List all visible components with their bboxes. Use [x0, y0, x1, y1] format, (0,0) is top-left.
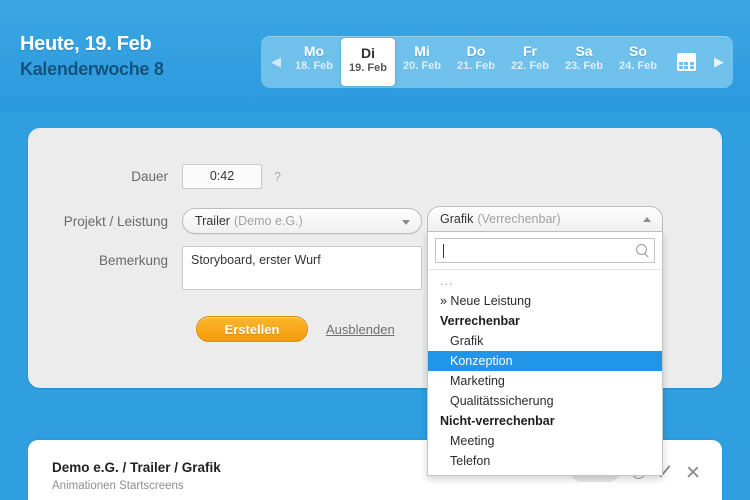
search-input[interactable]: [435, 238, 655, 263]
list-item[interactable]: Grafik: [428, 331, 662, 351]
day-tab-fr[interactable]: Fr 22. Feb: [503, 36, 557, 88]
day-tab-dow: Do: [466, 43, 486, 59]
duration-help-icon[interactable]: ?: [274, 170, 281, 184]
new-service-item[interactable]: » Neue Leistung: [428, 291, 662, 311]
project-label: Projekt / Leistung: [63, 213, 168, 229]
comment-row: Bemerkung Storyboard, erster Wurf: [54, 246, 422, 290]
day-tab-date: 22. Feb: [511, 59, 549, 72]
duration-row: Dauer 0:42 ?: [54, 164, 281, 189]
list-item[interactable]: Telefon: [428, 451, 662, 471]
duration-label: Dauer: [131, 169, 168, 184]
project-select[interactable]: Trailer (Demo e.G.): [182, 208, 422, 234]
form-actions: Erstellen Ausblenden: [196, 316, 395, 342]
project-select-client: (Demo e.G.): [233, 214, 303, 228]
service-select-value: Grafik: [440, 212, 474, 226]
service-select-toggle[interactable]: Grafik (Verrechenbar): [427, 206, 663, 232]
date-navigation: ◀ Mo 18. Feb Di 19. Feb Mi 20. Feb Do 21…: [261, 36, 733, 88]
day-tab-do[interactable]: Do 21. Feb: [449, 36, 503, 88]
dropdown-search-wrap: [428, 232, 662, 268]
day-tab-dow: So: [629, 43, 647, 59]
day-tab-dow: Sa: [575, 43, 593, 59]
project-select-value: Trailer: [195, 214, 230, 228]
day-tab-date: 21. Feb: [457, 59, 495, 72]
comment-input[interactable]: Storyboard, erster Wurf: [182, 246, 422, 290]
chevron-down-icon: [402, 220, 410, 225]
list-item[interactable]: Marketing: [428, 371, 662, 391]
close-icon[interactable]: [686, 465, 700, 479]
list-item[interactable]: Qualitätssicherung: [428, 391, 662, 411]
day-tab-date: 24. Feb: [619, 59, 657, 72]
list-group-header: Nicht-verrechenbar: [440, 414, 555, 428]
entry-description: Animationen Startscreens: [52, 480, 184, 492]
service-dropdown: Grafik (Verrechenbar) ... » Neue Leistun…: [427, 206, 663, 476]
day-tab-dow: Fr: [523, 43, 537, 59]
service-dropdown-panel: ... » Neue Leistung Verrechenbar Grafik …: [427, 232, 663, 476]
day-tab-mi[interactable]: Mi 20. Feb: [395, 36, 449, 88]
search-icon: [636, 244, 647, 255]
day-tab-dow: Mi: [414, 43, 430, 59]
list-item[interactable]: Meeting: [428, 431, 662, 451]
page-title: Heute, 19. Feb: [20, 33, 152, 55]
chevron-left-icon[interactable]: ◀: [261, 36, 287, 88]
calendar-picker-button[interactable]: [665, 36, 707, 88]
day-tab-sa[interactable]: Sa 23. Feb: [557, 36, 611, 88]
list-item-selected[interactable]: Konzeption: [428, 351, 662, 371]
day-tab-date: 18. Feb: [295, 59, 333, 72]
day-tab-date: 20. Feb: [403, 59, 441, 72]
entry-title: Demo e.G. / Trailer / Grafik: [52, 460, 221, 475]
day-tab-dow: Mo: [303, 43, 325, 59]
chevron-right-icon[interactable]: ▶: [707, 36, 733, 88]
calendar-week-label: Kalenderwoche 8: [20, 59, 164, 79]
chevron-up-icon: [643, 217, 651, 222]
day-tab-so[interactable]: So 24. Feb: [611, 36, 665, 88]
service-select-category: (Verrechenbar): [477, 212, 561, 226]
list-group-header: Verrechenbar: [440, 314, 520, 328]
calendar-icon: [676, 53, 696, 71]
comment-label: Bemerkung: [98, 253, 168, 268]
day-tab-mo[interactable]: Mo 18. Feb: [287, 36, 341, 88]
day-tab-di[interactable]: Di 19. Feb: [341, 38, 395, 86]
app-header: Heute, 19. Feb Kalenderwoche 8 ◀ Mo 18. …: [0, 0, 750, 112]
hide-link[interactable]: Ausblenden: [326, 322, 395, 337]
divider: [428, 269, 662, 270]
day-tab-dow: Di: [361, 45, 375, 61]
duration-input[interactable]: 0:42: [182, 164, 262, 189]
text-cursor: [443, 243, 444, 258]
list-item[interactable]: ...: [428, 272, 662, 291]
day-tab-date: 19. Feb: [349, 61, 387, 74]
day-tab-date: 23. Feb: [565, 59, 603, 72]
create-button[interactable]: Erstellen: [196, 316, 308, 342]
project-row: Projekt / Leistung Trailer (Demo e.G.): [54, 208, 422, 234]
